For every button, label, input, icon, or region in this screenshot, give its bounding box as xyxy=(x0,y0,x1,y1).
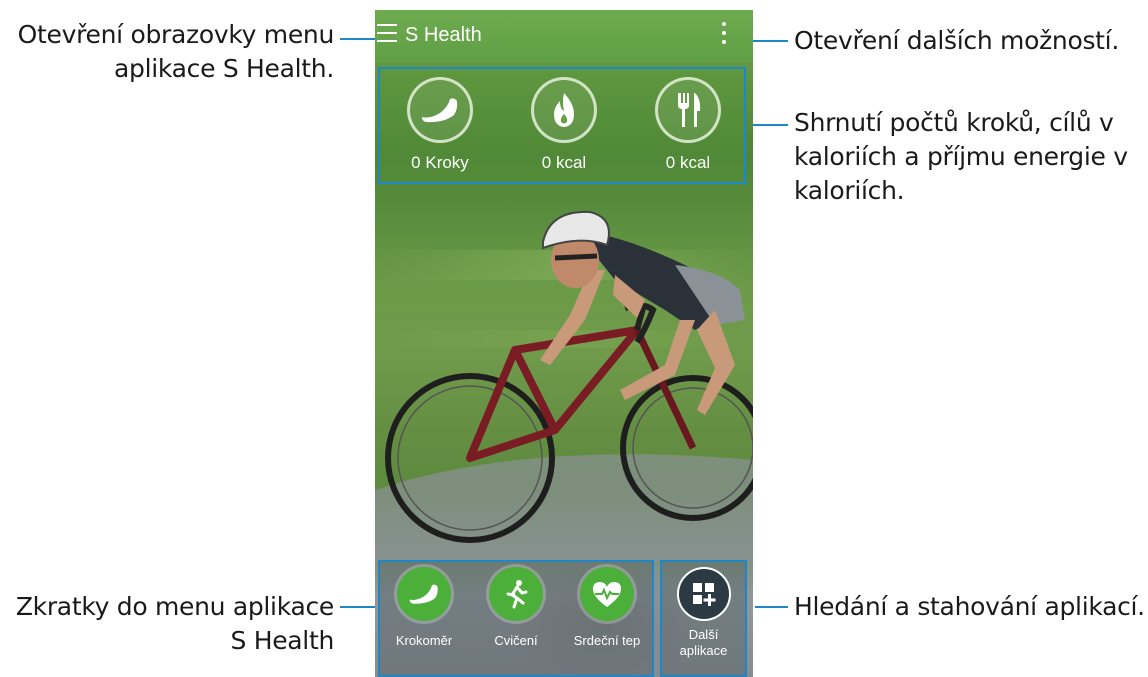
callout-shortcuts: Zkratky do menu aplikace S Health xyxy=(15,592,334,655)
callout-more-options: Otevření dalších možností. xyxy=(794,26,1119,55)
cyclist-image xyxy=(375,210,753,562)
shortcut-exercise-label: Cvičení xyxy=(494,633,538,648)
shortcut-heart-rate[interactable]: Srdeční tep xyxy=(561,567,653,648)
callout-menu: Otevření obrazovky menu aplikace S Healt… xyxy=(17,20,335,83)
phone-screen: S Health 0 Kroky 0 kcal 0 kcal Krokoměr … xyxy=(375,10,753,677)
leader-line-apps xyxy=(755,606,788,608)
shoe-icon xyxy=(397,567,451,621)
more-options-icon[interactable] xyxy=(720,22,728,52)
leader-line-shortcuts xyxy=(340,606,378,608)
shortcut-pedometer[interactable]: Krokoměr xyxy=(378,567,470,648)
callout-apps: Hledání a stahování aplikací. xyxy=(794,592,1145,621)
leader-line-summary xyxy=(748,124,788,126)
summary-steps-value: 0 Kroky xyxy=(411,153,469,172)
summary-steps[interactable]: 0 Kroky xyxy=(390,77,490,173)
summary-calories-intake-value: 0 kcal xyxy=(665,153,711,172)
leader-line-menu xyxy=(340,38,376,40)
summary-calories-intake[interactable]: 0 kcal xyxy=(638,77,738,173)
flame-icon xyxy=(531,77,597,143)
more-apps-panel: Další aplikace xyxy=(660,560,747,677)
app-title: S Health xyxy=(405,24,482,46)
shortcuts-panel: Krokoměr Cvičení Srdeční tep xyxy=(378,560,654,677)
shoe-icon xyxy=(407,77,473,143)
more-apps-button[interactable]: Další aplikace xyxy=(662,567,745,659)
shortcut-exercise[interactable]: Cvičení xyxy=(470,567,562,648)
callout-summary: Shrnutí počtů kroků, cílů v kaloriích a … xyxy=(794,108,1128,205)
heart-rate-icon xyxy=(580,567,634,621)
summary-calories-burned-value: 0 kcal xyxy=(541,153,587,172)
more-apps-label: Další aplikace xyxy=(679,627,728,658)
hamburger-menu-icon[interactable] xyxy=(377,24,397,44)
runner-icon xyxy=(489,567,543,621)
shortcut-heart-rate-label: Srdeční tep xyxy=(573,633,641,648)
summary-panel: 0 Kroky 0 kcal 0 kcal xyxy=(378,67,746,184)
title-bar: S Health xyxy=(375,10,753,62)
fork-knife-icon xyxy=(655,77,721,143)
shortcut-pedometer-label: Krokoměr xyxy=(395,633,453,648)
grid-plus-icon xyxy=(676,567,731,621)
summary-calories-burned[interactable]: 0 kcal xyxy=(514,77,614,173)
